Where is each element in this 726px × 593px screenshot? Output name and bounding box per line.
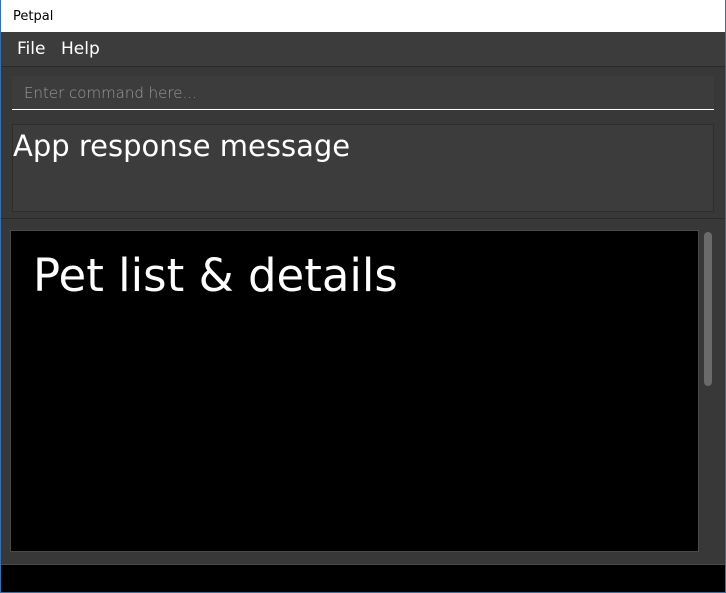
command-box [12,76,714,110]
scrollbar-thumb[interactable] [704,232,712,386]
app-body: File Help App response message Pet list … [1,32,725,592]
command-input[interactable] [12,76,714,109]
pet-list-title: Pet list & details [33,249,398,302]
response-message: App response message [13,129,351,163]
status-bar [1,564,725,592]
app-window: Petpal File Help App response message Pe… [0,0,726,593]
menu-file[interactable]: File [17,39,45,59]
title-bar: Petpal [1,0,725,32]
section-divider [1,218,725,219]
menu-help[interactable]: Help [61,39,100,59]
scrollbar-track[interactable] [701,230,715,552]
response-box: App response message [12,124,714,212]
menu-bar: File Help [1,32,725,67]
window-title: Petpal [13,9,54,24]
pet-list-panel[interactable]: Pet list & details [10,230,699,552]
